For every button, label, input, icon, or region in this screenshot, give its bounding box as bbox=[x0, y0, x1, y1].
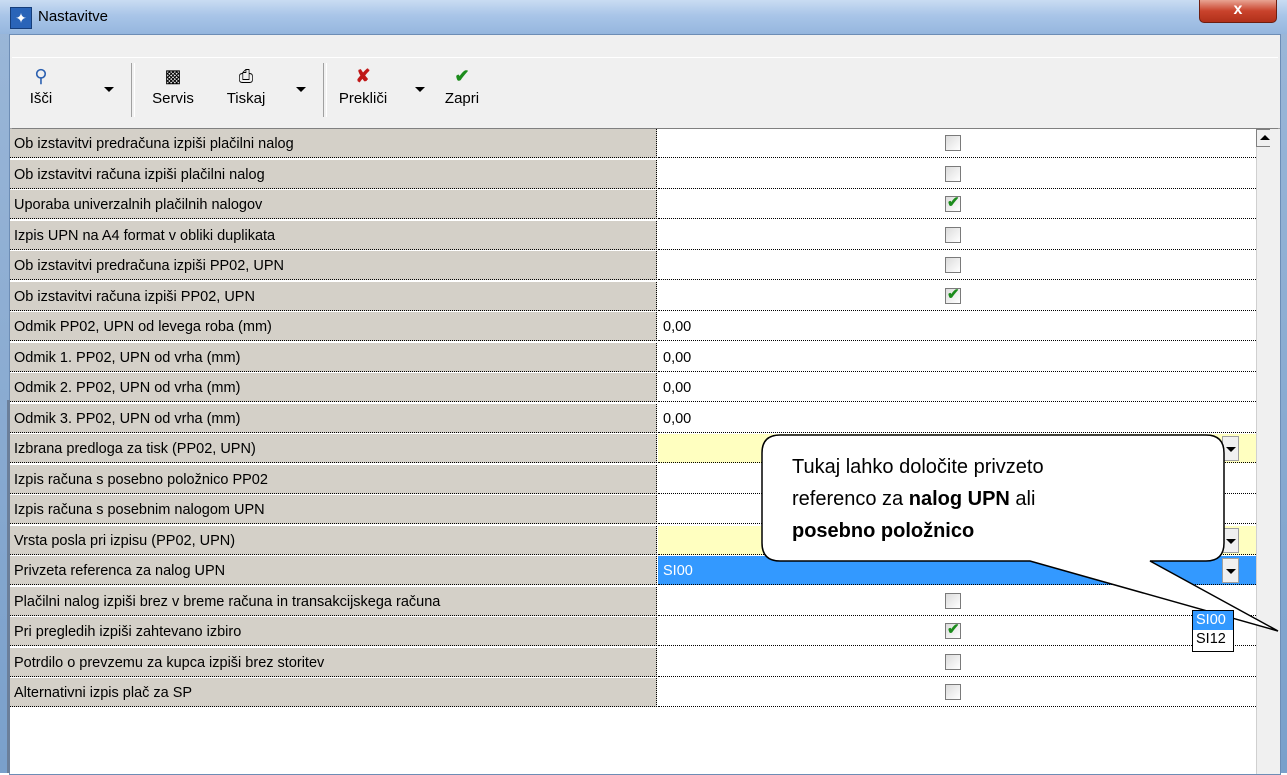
window-title: Nastavitve bbox=[38, 8, 109, 25]
window-client: ⚲ Išči ▩ Servis ⎙ Tiskaj ✘ Prekliči ✔ Za… bbox=[9, 34, 1281, 775]
help-callout: Tukaj lahko določite privzeto referenco … bbox=[760, 433, 1279, 632]
setting-label: Privzeta referenca za nalog UPN bbox=[10, 556, 657, 585]
settings-row: Odmik 2. PP02, UPN od vrha (mm) 0,00 bbox=[10, 373, 1256, 403]
setting-value-text: 0,00 bbox=[663, 349, 692, 366]
setting-label: Izpis računa s posebno položnico PP02 bbox=[10, 464, 657, 494]
setting-label: Ob izstavitvi predračuna izpiši PP02, UP… bbox=[10, 251, 657, 280]
setting-value[interactable]: 0,00 bbox=[658, 373, 1256, 402]
cancel-dropdown-arrow[interactable] bbox=[415, 87, 425, 92]
setting-value-text: 0,00 bbox=[663, 380, 692, 396]
checkmark-icon: ✔ bbox=[947, 194, 960, 211]
setting-checkbox[interactable] bbox=[945, 135, 961, 151]
setting-checkbox[interactable] bbox=[945, 653, 961, 670]
close-window-button[interactable]: ✔ Zapri bbox=[440, 65, 484, 107]
settings-row: Alternativni izpis plač za SP bbox=[10, 678, 1256, 708]
settings-row: Ob izstavitvi računa izpiši PP02, UPN ✔ bbox=[10, 281, 1256, 312]
settings-row: Izpis UPN na A4 format v obliki duplikat… bbox=[10, 220, 1256, 251]
toolbar: ⚲ Išči ▩ Servis ⎙ Tiskaj ✘ Prekliči ✔ Za… bbox=[10, 35, 1280, 129]
search-icon: ⚲ bbox=[34, 66, 48, 86]
cancel-icon: ✘ bbox=[355, 66, 371, 86]
setting-label: Ob izstavitvi predračuna izpiši plačilni… bbox=[10, 129, 657, 158]
setting-label: Odmik 2. PP02, UPN od vrha (mm) bbox=[10, 373, 657, 402]
setting-label: Izpis UPN na A4 format v obliki duplikat… bbox=[10, 220, 657, 250]
setting-checkbox[interactable] bbox=[945, 165, 961, 182]
setting-value[interactable]: 0,00 bbox=[658, 403, 1256, 433]
setting-checkbox[interactable]: ✔ bbox=[945, 285, 961, 304]
toolbar-separator bbox=[323, 63, 327, 117]
setting-checkbox[interactable] bbox=[945, 257, 961, 273]
service-button[interactable]: ▩ Servis bbox=[142, 65, 204, 107]
toolbar-separator bbox=[131, 63, 135, 117]
setting-label: Vrsta posla pri izpisu (PP02, UPN) bbox=[10, 525, 657, 555]
setting-label: Alternativni izpis plač za SP bbox=[10, 678, 657, 707]
app-icon: ✦ bbox=[10, 7, 32, 29]
settings-row: Odmik 1. PP02, UPN od vrha (mm) 0,00 bbox=[10, 342, 1256, 373]
settings-row: Ob izstavitvi predračuna izpiši plačilni… bbox=[10, 129, 1256, 159]
setting-checkbox[interactable] bbox=[945, 684, 961, 700]
print-button[interactable]: ⎙ Tiskaj bbox=[220, 65, 272, 107]
setting-value-text: SI00 bbox=[663, 563, 693, 579]
setting-label: Ob izstavitvi računa izpiši PP02, UPN bbox=[10, 281, 657, 311]
find-button[interactable]: ⚲ Išči bbox=[24, 65, 58, 107]
print-dropdown-arrow[interactable] bbox=[296, 87, 306, 92]
service-icon: ▩ bbox=[164, 66, 182, 86]
printer-icon: ⎙ bbox=[238, 66, 254, 86]
setting-label: Odmik PP02, UPN od levega roba (mm) bbox=[10, 312, 657, 341]
setting-checkbox[interactable] bbox=[945, 226, 961, 243]
find-dropdown-arrow[interactable] bbox=[104, 87, 114, 92]
close-button[interactable]: x bbox=[1199, 0, 1277, 23]
setting-label: Uporaba univerzalnih plačilnih nalogov bbox=[10, 190, 657, 219]
checkmark-icon: ✔ bbox=[454, 66, 470, 86]
settings-row: Uporaba univerzalnih plačilnih nalogov ✔ bbox=[10, 190, 1256, 220]
cancel-button[interactable]: ✘ Prekliči bbox=[332, 65, 394, 107]
setting-label: Izpis računa s posebnim nalogom UPN bbox=[10, 495, 657, 524]
settings-row: Ob izstavitvi predračuna izpiši PP02, UP… bbox=[10, 251, 1256, 281]
setting-value-text: 0,00 bbox=[663, 319, 692, 335]
settings-row: Odmik 3. PP02, UPN od vrha (mm) 0,00 bbox=[10, 403, 1256, 434]
setting-value[interactable]: 0,00 bbox=[658, 312, 1256, 341]
settings-row: Ob izstavitvi računa izpiši plačilni nal… bbox=[10, 159, 1256, 190]
setting-checkbox[interactable]: ✔ bbox=[945, 194, 961, 212]
side-border bbox=[7, 400, 10, 773]
setting-label: Potrdilo o prevzemu za kupca izpiši brez… bbox=[10, 647, 657, 677]
setting-value[interactable]: 0,00 bbox=[658, 342, 1256, 372]
setting-value-text: 0,00 bbox=[663, 410, 692, 427]
callout-text: Tukaj lahko določite privzeto referenco … bbox=[792, 456, 1044, 542]
setting-label: Pri pregledih izpiši zahtevano izbiro bbox=[10, 617, 657, 646]
dropdown-option[interactable]: SI00 bbox=[1193, 611, 1233, 630]
title-bar[interactable]: ✦ Nastavitve x bbox=[0, 0, 1287, 34]
setting-label: Odmik 3. PP02, UPN od vrha (mm) bbox=[10, 403, 657, 433]
setting-label: Ob izstavitvi računa izpiši plačilni nal… bbox=[10, 159, 657, 189]
scroll-up-arrow-icon[interactable] bbox=[1256, 129, 1270, 147]
setting-label: Plačilni nalog izpiši brez v breme račun… bbox=[10, 586, 657, 616]
settings-row: Odmik PP02, UPN od levega roba (mm) 0,00 bbox=[10, 312, 1256, 342]
dropdown-option[interactable]: SI12 bbox=[1193, 630, 1233, 649]
reference-dropdown-list[interactable]: SI00 SI12 bbox=[1192, 610, 1234, 652]
setting-label: Odmik 1. PP02, UPN od vrha (mm) bbox=[10, 342, 657, 372]
checkmark-icon: ✔ bbox=[947, 285, 960, 303]
setting-label: Izbrana predloga za tisk (PP02, UPN) bbox=[10, 434, 657, 463]
